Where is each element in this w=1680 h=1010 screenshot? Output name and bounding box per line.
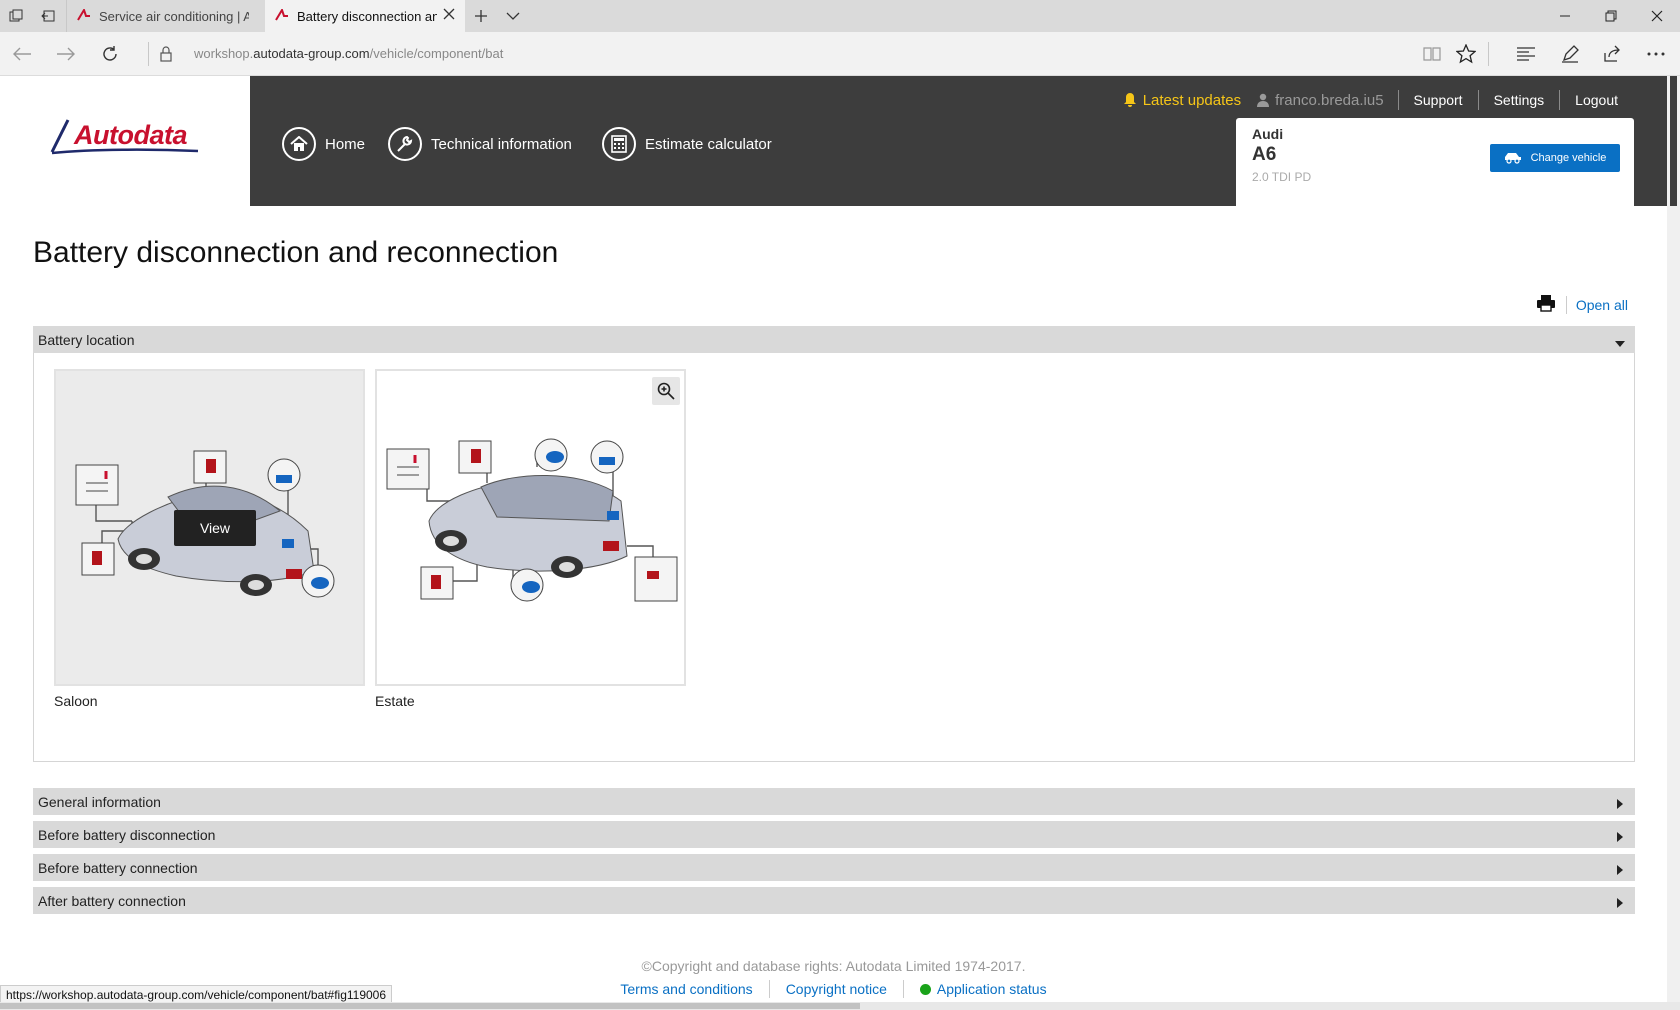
terms-and-conditions-link[interactable]: Terms and conditions <box>604 980 768 998</box>
figure-saloon-thumbnail[interactable]: View <box>54 369 365 686</box>
refresh-icon[interactable] <box>94 38 126 70</box>
scrollbar-thumb[interactable] <box>1670 76 1677 206</box>
browser-tab-bar: Service air conditioning | Autodata Batt… <box>0 0 1680 32</box>
bell-icon <box>1123 93 1136 107</box>
lock-icon[interactable] <box>150 38 182 70</box>
caret-right-icon <box>1617 796 1623 812</box>
nav-technical-information[interactable]: Technical information <box>388 126 572 162</box>
autodata-favicon-icon <box>275 7 289 24</box>
zoom-in-icon[interactable] <box>652 377 680 405</box>
figure-caption-estate: Estate <box>375 693 415 709</box>
wrench-icon <box>388 127 422 161</box>
status-ok-icon <box>919 983 931 995</box>
section-before-battery-connection[interactable]: Before battery connection <box>33 854 1635 881</box>
more-options-icon[interactable] <box>1640 38 1672 70</box>
nav-estimate-calculator[interactable]: Estimate calculator <box>602 126 772 162</box>
change-vehicle-button[interactable]: Change vehicle <box>1490 144 1620 172</box>
share-icon[interactable] <box>1596 38 1628 70</box>
latest-updates-link[interactable]: Latest updates <box>1123 92 1241 109</box>
site-header: Autodata Home Technical information Esti… <box>0 76 1667 206</box>
caret-right-icon <box>1617 829 1623 845</box>
support-link[interactable]: Support <box>1397 90 1478 110</box>
vehicle-model: A6 <box>1252 144 1277 165</box>
settings-link[interactable]: Settings <box>1477 90 1560 110</box>
favorite-star-icon[interactable] <box>1450 38 1482 70</box>
tab-title: Service air conditioning | Autodata <box>99 8 249 24</box>
copyright-notice-link[interactable]: Copyright notice <box>768 980 903 998</box>
selected-vehicle-panel: Audi A6 2.0 TDI PD Change vehicle <box>1236 118 1634 206</box>
tab-battery-disconnection[interactable]: Battery disconnection and reconnection <box>265 0 465 32</box>
tab-manager-icon[interactable] <box>0 0 32 32</box>
section-battery-location[interactable]: Battery location <box>33 326 1635 353</box>
web-note-pen-icon[interactable] <box>1554 38 1586 70</box>
scrollbar-thumb[interactable] <box>0 1003 860 1009</box>
user-icon <box>1257 93 1270 107</box>
set-tabs-aside-icon[interactable] <box>32 0 64 32</box>
section-after-battery-connection[interactable]: After battery connection <box>33 887 1635 914</box>
estate-battery-diagram <box>386 438 678 602</box>
autodata-logo[interactable]: Autodata <box>0 76 250 206</box>
tab-title: Battery disconnection and reconnection <box>297 8 437 24</box>
logo-text: Autodata <box>74 120 188 150</box>
logout-link[interactable]: Logout <box>1559 90 1633 110</box>
minimize-icon[interactable] <box>1542 0 1588 32</box>
open-all-link[interactable]: Open all <box>1565 295 1628 314</box>
horizontal-scrollbar[interactable] <box>0 1002 1680 1010</box>
user-account[interactable]: franco.breda.iu5 <box>1257 92 1384 109</box>
forward-arrow-icon[interactable] <box>50 38 82 70</box>
close-tab-icon[interactable] <box>443 8 455 23</box>
car-icon <box>1504 153 1521 164</box>
calculator-icon <box>602 127 636 161</box>
browser-address-bar: workshop.autodata-group.com/vehicle/comp… <box>0 32 1680 76</box>
vehicle-engine: 2.0 TDI PD <box>1252 170 1312 184</box>
print-icon[interactable] <box>1536 294 1556 315</box>
caret-right-icon <box>1617 862 1623 878</box>
back-arrow-icon[interactable] <box>6 38 38 70</box>
hub-icon[interactable] <box>1510 38 1542 70</box>
section-general-information[interactable]: General information <box>33 788 1635 815</box>
nav-home[interactable]: Home <box>282 126 365 162</box>
tab-service-air-conditioning[interactable]: Service air conditioning | Autodata <box>66 0 264 32</box>
application-status-link[interactable]: Application status <box>902 980 1063 998</box>
reading-view-icon[interactable] <box>1416 38 1448 70</box>
footer-copyright: ©Copyright and database rights: Autodata… <box>641 958 1026 974</box>
address-input[interactable]: workshop.autodata-group.com/vehicle/comp… <box>194 46 503 61</box>
battery-location-panel: View Saloon Estate <box>33 353 1635 762</box>
view-figure-button[interactable]: View <box>174 510 256 546</box>
figure-estate-thumbnail[interactable] <box>375 369 686 686</box>
header-top-links: Latest updates franco.breda.iu5 Support … <box>1123 88 1633 112</box>
close-window-icon[interactable] <box>1634 0 1680 32</box>
autodata-favicon-icon <box>77 7 91 24</box>
caret-down-icon <box>1615 334 1625 350</box>
page-title: Battery disconnection and reconnection <box>33 236 559 269</box>
vertical-scrollbar[interactable] <box>1667 76 1680 1002</box>
home-icon <box>282 127 316 161</box>
caret-right-icon <box>1617 895 1623 911</box>
section-before-battery-disconnection[interactable]: Before battery disconnection <box>33 821 1635 848</box>
restore-icon[interactable] <box>1588 0 1634 32</box>
tab-preview-chevron-icon[interactable] <box>497 0 529 32</box>
vehicle-make: Audi <box>1252 126 1284 142</box>
new-tab-icon[interactable] <box>465 0 497 32</box>
content-toolbar: Open all <box>1536 294 1628 315</box>
figure-caption-saloon: Saloon <box>54 693 98 709</box>
